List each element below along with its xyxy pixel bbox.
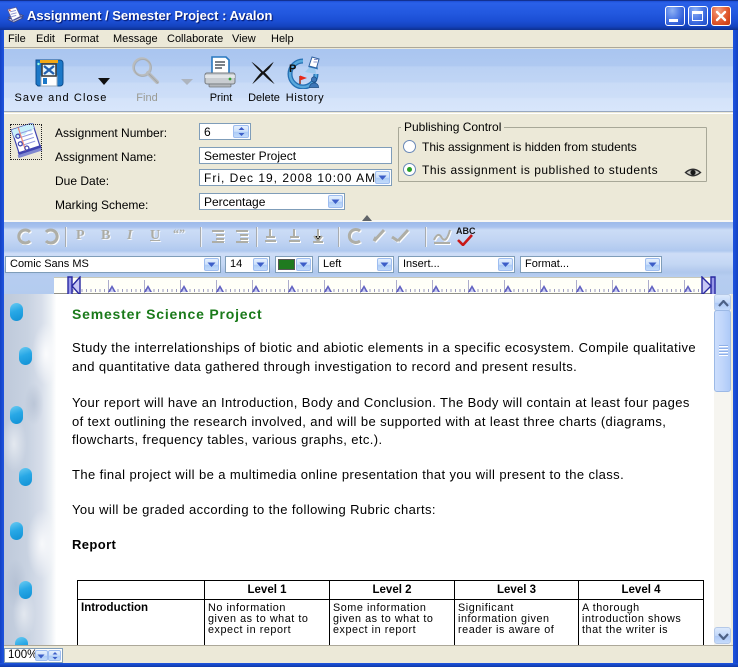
svg-text:P: P bbox=[289, 63, 296, 75]
